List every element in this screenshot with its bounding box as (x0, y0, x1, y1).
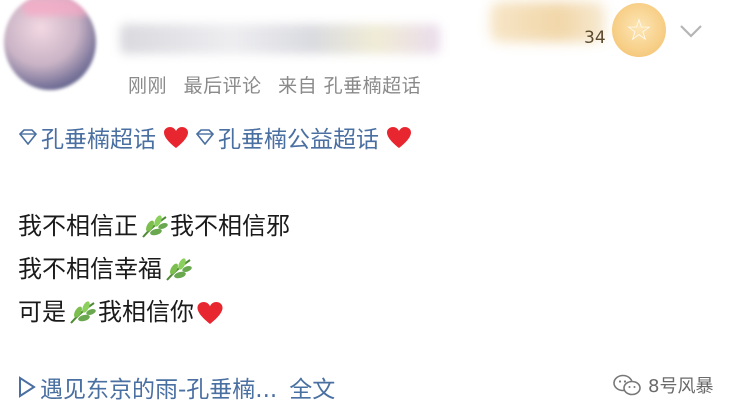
heart-icon (197, 301, 223, 324)
post-meta: 刚刚 最后评论 来自 孔垂楠超话 (128, 71, 431, 98)
post-text: 我不相信幸福 (18, 255, 162, 283)
star-badge-icon: ☆ (612, 3, 666, 57)
topic-links: 孔垂楠超话 孔垂楠公益超话 (18, 120, 418, 154)
post-footer: 遇见东京的雨-孔垂楠... 全文 (18, 370, 335, 404)
topic-link-2[interactable]: 孔垂楠公益超话 (195, 120, 379, 154)
post-line-1: 我不相信正 我不相信邪 (18, 205, 290, 248)
topic-label: 孔垂楠超话 (41, 127, 156, 153)
avatar-badge (22, 0, 92, 16)
watermark: 8号风暴 (612, 372, 713, 398)
full-text-link[interactable]: 全文 (289, 370, 335, 404)
post-body: 我不相信正 我不相信邪 我不相信幸福 可是 我相信你 (18, 205, 290, 334)
avatar[interactable] (4, 0, 96, 90)
leaf-emoji-icon (142, 214, 168, 238)
chevron-down-icon[interactable] (678, 22, 704, 40)
heart-icon (387, 126, 411, 148)
song-title: 遇见东京的雨-孔垂楠... (40, 377, 278, 403)
wechat-icon (613, 374, 641, 396)
watermark-text: 8号风暴 (648, 376, 714, 397)
post-time: 刚刚 (128, 75, 168, 97)
heart-icon (164, 126, 188, 148)
post-status: 最后评论 (183, 75, 262, 97)
post-text: 可是 (18, 298, 66, 326)
diamond-icon (18, 129, 38, 145)
post-text: 我不相信邪 (170, 212, 290, 240)
post-text: 我不相信正 (18, 212, 138, 240)
post-text: 我相信你 (98, 298, 194, 326)
play-icon (19, 376, 36, 398)
post-line-2: 我不相信幸福 (18, 248, 290, 291)
post-header: 34 ☆ 刚刚 最后评论 来自 孔垂楠超话 (0, 0, 729, 100)
leaf-emoji-icon (166, 257, 192, 281)
topic-link-1[interactable]: 孔垂楠超话 (18, 120, 156, 154)
username-blurred[interactable] (120, 24, 440, 54)
song-link[interactable]: 遇见东京的雨-孔垂楠... (18, 370, 277, 404)
post-line-3: 可是 我相信你 (18, 291, 290, 334)
topic-label: 孔垂楠公益超话 (218, 127, 379, 153)
diamond-icon (195, 129, 215, 145)
level-number: 34 (584, 28, 606, 48)
post-source[interactable]: 来自 孔垂楠超话 (278, 75, 421, 97)
leaf-emoji-icon (70, 300, 96, 324)
